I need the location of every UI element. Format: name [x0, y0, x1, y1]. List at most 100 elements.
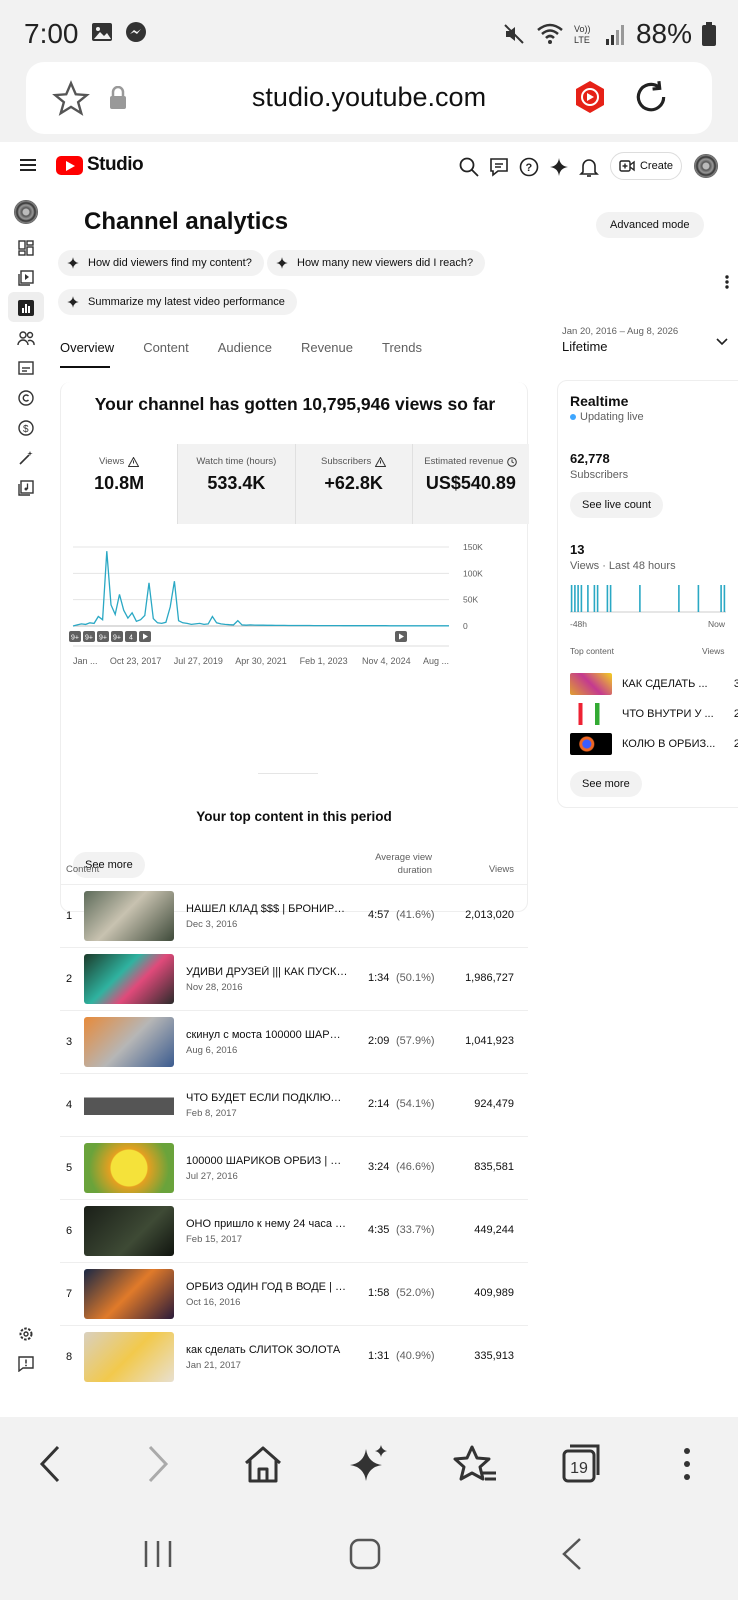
video-views: 335,913 [474, 1350, 514, 1362]
settings-gear-icon[interactable] [18, 1326, 34, 1342]
realtime-top-item[interactable]: ЧТО ВНУТРИ У ... 2 [570, 703, 738, 725]
row-rank: 3 [66, 1036, 73, 1048]
metric-subscribers[interactable]: Subscribers +62.8K [295, 444, 413, 524]
audio-library-icon[interactable] [18, 480, 34, 496]
video-views: 1,041,923 [465, 1035, 514, 1047]
feedback-comments-icon[interactable] [488, 156, 510, 178]
address-bar[interactable]: studio.youtube.com [26, 62, 712, 134]
metric-tabs: Views 10.8M Watch time (hours) 533.4K Su… [61, 444, 529, 524]
period-select[interactable]: Lifetime [562, 339, 608, 354]
more-menu-icon[interactable] [664, 1441, 710, 1487]
forward-arrow-icon[interactable] [134, 1441, 180, 1487]
content-icon[interactable] [18, 270, 34, 286]
tab-audience[interactable]: Audience [218, 340, 272, 355]
dashboard-icon[interactable] [18, 240, 34, 256]
video-title[interactable]: НАШЕЛ КЛАД $$$ | БРОНИРОВ... [186, 903, 348, 915]
notifications-bell-icon[interactable] [578, 156, 600, 178]
video-thumbnail[interactable] [84, 1017, 174, 1067]
avg-percentage: (52.0%) [396, 1287, 435, 1299]
account-avatar[interactable] [694, 154, 718, 178]
mute-icon [504, 24, 524, 44]
table-row[interactable]: 7 ОРБИЗ ОДИН ГОД В ВОДЕ | ПР... Oct 16, 20… [60, 1262, 528, 1325]
realtime-bar [697, 585, 700, 612]
realtime-see-more-button[interactable]: See more [570, 771, 642, 797]
earn-icon[interactable]: $ [18, 420, 34, 436]
video-title[interactable]: ЧТО БУДЕТ ЕСЛИ ПОДКЛЮЧИ... [186, 1092, 348, 1104]
battery-percent: 88% [635, 18, 692, 49]
ai-sparkle-icon[interactable] [548, 156, 570, 178]
video-title[interactable]: УДИВИ ДРУЗЕЙ ||| КАК ПУСКАТ... [186, 966, 348, 978]
back-arrow-icon[interactable] [28, 1441, 74, 1487]
realtime-top-item[interactable]: КОЛЮ В ОРБИЗ... 2 [570, 733, 738, 755]
realtime-top-item[interactable]: КАК СДЕЛАТЬ ... 3 [570, 673, 738, 695]
video-thumbnail[interactable] [84, 1332, 174, 1382]
annotation-label: 4 [129, 635, 133, 642]
x-tick-label: Feb 1, 2023 [300, 656, 348, 666]
metric-views[interactable]: Views 10.8M [61, 444, 179, 524]
system-back-icon[interactable] [560, 1537, 584, 1571]
video-title[interactable]: как сделать СЛИТОК ЗОЛОТА [186, 1344, 348, 1356]
suggestion-chip-summarize[interactable]: Summarize my latest video performance [58, 289, 297, 315]
bookmarks-icon[interactable] [452, 1441, 498, 1487]
realtime-title: Realtime [570, 393, 629, 409]
analytics-icon[interactable] [18, 300, 34, 316]
video-thumbnail[interactable] [84, 1143, 174, 1193]
table-row[interactable]: 5 100000 ШАРИКОВ ОРБИЗ | СА... Jul 27, 201… [60, 1136, 528, 1199]
video-thumbnail[interactable] [84, 1080, 174, 1130]
video-thumbnail[interactable] [84, 954, 174, 1004]
realtime-bar [678, 585, 680, 612]
help-icon[interactable]: ? [518, 156, 540, 178]
recent-apps-icon[interactable] [142, 1539, 174, 1569]
avg-duration: 1:58 [368, 1287, 390, 1299]
tab-trends[interactable]: Trends [382, 340, 422, 355]
ai-assistant-sparkle-icon[interactable] [346, 1441, 392, 1487]
video-thumbnail[interactable] [84, 1206, 174, 1256]
metric-revenue[interactable]: Estimated revenue US$540.89 [412, 444, 529, 524]
studio-logo[interactable]: Studio [56, 154, 144, 176]
suggestion-chip-viewers-find[interactable]: How did viewers find my content? [58, 250, 264, 276]
tab-revenue[interactable]: Revenue [301, 340, 353, 355]
table-row[interactable]: 3 скинул с моста 100000 ШАРИК... Aug 6, 20… [60, 1010, 528, 1073]
realtime-bar [723, 585, 726, 612]
channel-avatar[interactable] [14, 200, 38, 224]
send-feedback-icon[interactable] [18, 1356, 34, 1372]
video-date: Nov 28, 2016 [186, 982, 243, 993]
search-icon[interactable] [458, 156, 480, 178]
video-title[interactable]: 100000 ШАРИКОВ ОРБИЗ | СА... [186, 1155, 348, 1167]
community-icon[interactable] [17, 330, 35, 346]
tab-content[interactable]: Content [143, 340, 189, 355]
video-title[interactable]: скинул с моста 100000 ШАРИК... [186, 1029, 348, 1041]
realtime-bar [606, 585, 609, 612]
chevron-down-icon[interactable] [716, 338, 728, 346]
video-title[interactable]: ОРБИЗ ОДИН ГОД В ВОДЕ | ПР... [186, 1281, 348, 1293]
youtube-studio-app-icon[interactable] [574, 80, 606, 114]
customization-icon[interactable] [18, 450, 34, 466]
copyright-icon[interactable] [18, 390, 34, 406]
subtitles-icon[interactable] [18, 360, 34, 376]
realtime-bar [587, 585, 589, 612]
tab-overview[interactable]: Overview [60, 340, 114, 355]
advanced-mode-button[interactable]: Advanced mode [596, 212, 704, 238]
more-options-icon[interactable] [724, 274, 730, 290]
table-row[interactable]: 8 как сделать СЛИТОК ЗОЛОТА Jan 21, 2017 1:… [60, 1325, 528, 1388]
avg-duration: 1:31 [368, 1350, 390, 1362]
table-row[interactable]: 4 ЧТО БУДЕТ ЕСЛИ ПОДКЛЮЧИ... Feb 8, 2017 2:… [60, 1073, 528, 1136]
table-row[interactable]: 1 НАШЕЛ КЛАД $$$ | БРОНИРОВ... Dec 3, 2016… [60, 884, 528, 947]
video-thumbnail[interactable] [84, 891, 174, 941]
reload-icon[interactable] [632, 78, 670, 116]
video-thumbnail[interactable] [84, 1269, 174, 1319]
table-row[interactable]: 6 ОНО пришло к нему 24 часа по... Feb 15, … [60, 1199, 528, 1262]
realtime-bar [593, 585, 596, 612]
tabs-icon[interactable]: 19 [558, 1441, 604, 1487]
see-live-count-button[interactable]: See live count [570, 492, 664, 518]
metric-watch-time[interactable]: Watch time (hours) 533.4K [178, 444, 296, 524]
home-icon[interactable] [240, 1441, 286, 1487]
create-button[interactable]: Create [610, 152, 682, 180]
svg-text:$: $ [23, 424, 29, 435]
menu-icon[interactable] [20, 158, 36, 172]
video-date: Feb 15, 2017 [186, 1234, 242, 1245]
video-title[interactable]: ОНО пришло к нему 24 часа по... [186, 1218, 348, 1230]
suggestion-chip-new-viewers[interactable]: How many new viewers did I reach? [267, 250, 486, 276]
table-row[interactable]: 2 УДИВИ ДРУЗЕЙ ||| КАК ПУСКАТ... Nov 28, 2… [60, 947, 528, 1010]
home-button-icon[interactable] [348, 1537, 382, 1571]
